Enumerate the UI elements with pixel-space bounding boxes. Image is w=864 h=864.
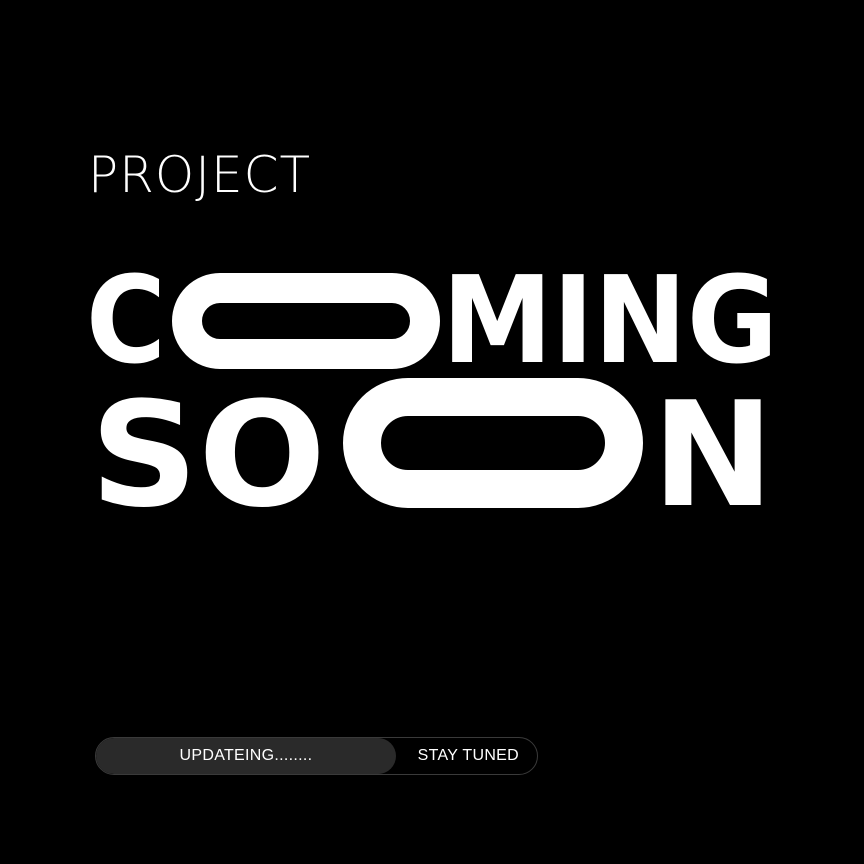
coming-soon-headline: C MING SO N (86, 252, 778, 540)
headline-line1-stretched-o (172, 273, 440, 369)
progress-pill: UPDATEING........ STAY TUNED (95, 737, 538, 775)
progress-label: UPDATEING........ (179, 747, 313, 764)
progress-bar-fill: UPDATEING........ (96, 738, 396, 774)
headline-line2-stretched-o (343, 378, 643, 508)
headline-line2-start: SO (90, 371, 326, 540)
headline-line2-end: N (652, 371, 774, 540)
stay-tuned-label: STAY TUNED (417, 747, 519, 764)
